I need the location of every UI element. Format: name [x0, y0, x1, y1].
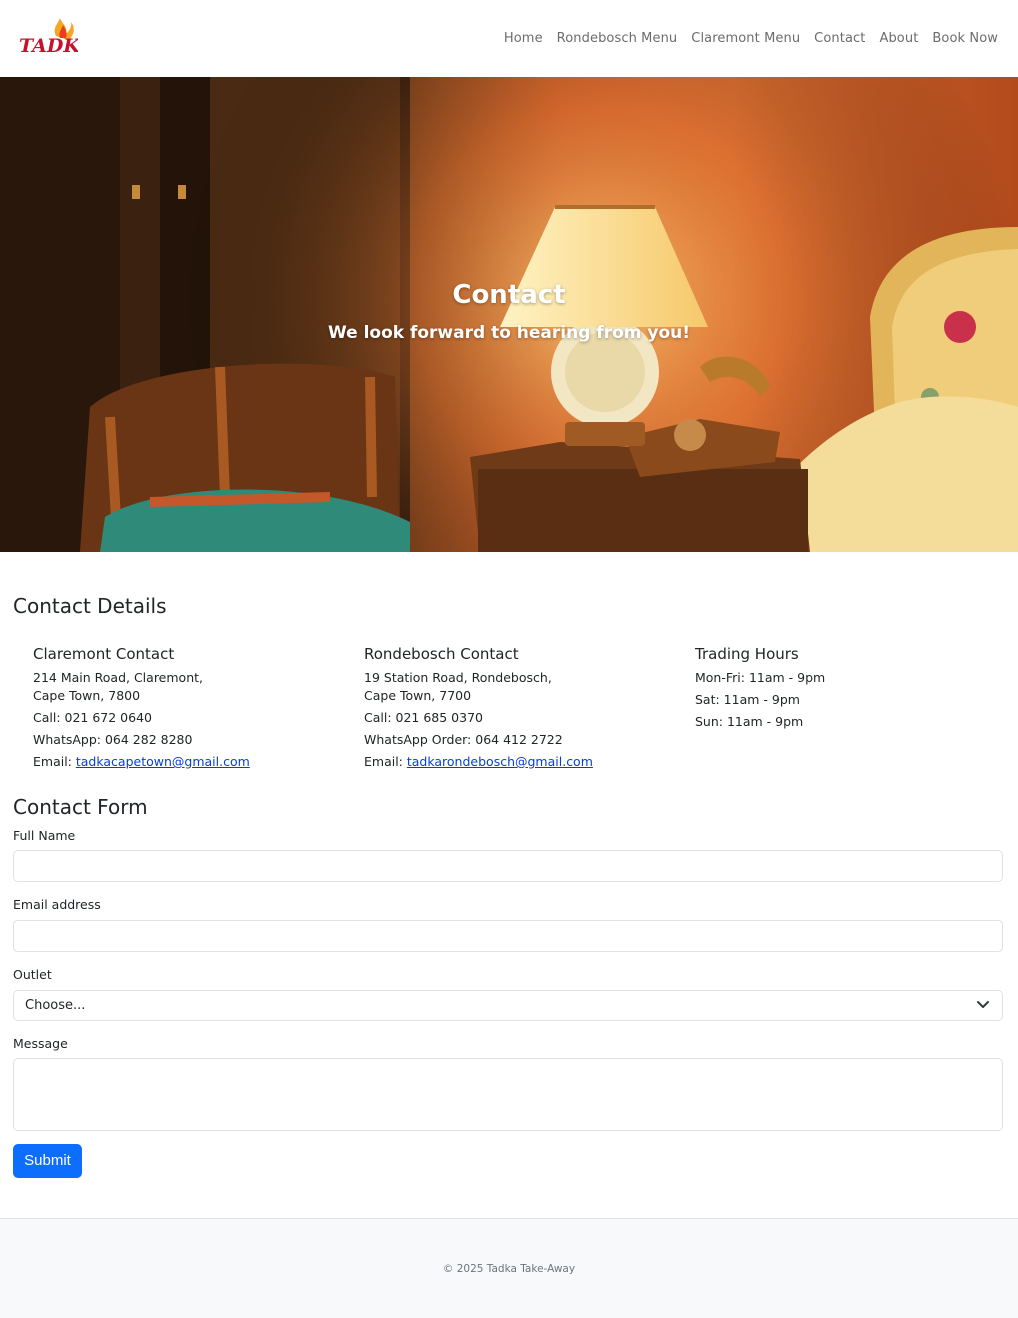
nav-home[interactable]: Home [504, 31, 543, 46]
footer: © 2025 Tadka Take-Away [0, 1218, 1018, 1318]
nav-contact[interactable]: Contact [814, 31, 865, 46]
navbar: TADKA Home Rondebosch Menu Claremont Men… [0, 0, 1018, 78]
rondebosch-email-line: Email: tadkarondebosch@gmail.com [364, 753, 664, 771]
submit-button[interactable]: Submit [13, 1144, 82, 1178]
footer-copyright: © 2025 Tadka Take-Away [442, 1263, 576, 1275]
trading-hours-card: Trading Hours Mon-Fri: 11am - 9pm Sat: 1… [695, 645, 995, 731]
claremont-email-line: Email: tadkacapetown@gmail.com [33, 753, 333, 771]
rondebosch-whatsapp: WhatsApp Order: 064 412 2722 [364, 732, 563, 747]
nav-claremont-menu[interactable]: Claremont Menu [691, 31, 800, 46]
contact-details-heading: Contact Details [13, 594, 167, 618]
full-name-input[interactable] [13, 850, 1003, 882]
outlet-select[interactable]: Choose... [13, 990, 1003, 1021]
rondebosch-email-link[interactable]: tadkarondebosch@gmail.com [407, 754, 593, 769]
outlet-label: Outlet [13, 967, 52, 982]
svg-text:TADKA: TADKA [19, 35, 78, 57]
chevron-down-icon [977, 1001, 989, 1008]
nav-about[interactable]: About [879, 31, 918, 46]
claremont-contact-card: Claremont Contact 214 Main Road, Claremo… [33, 645, 333, 771]
hours-saturday: Sat: 11am - 9pm [695, 692, 800, 707]
claremont-address-line-2: Cape Town, 7800 [33, 688, 141, 703]
email-input[interactable] [13, 920, 1003, 952]
rondebosch-contact-card: Rondebosch Contact 19 Station Road, Rond… [364, 645, 664, 771]
hero-background-image [0, 77, 1018, 552]
rondebosch-phone: Call: 021 685 0370 [364, 710, 483, 725]
hero-subtitle: We look forward to hearing from you! [327, 323, 691, 343]
hours-weekday: Mon-Fri: 11am - 9pm [695, 670, 826, 685]
rondebosch-address-line-1: 19 Station Road, Rondebosch, [364, 670, 552, 685]
claremont-email-label: Email: [33, 754, 76, 769]
nav-book-now[interactable]: Book Now [932, 31, 998, 46]
hero-title: Contact [452, 280, 566, 310]
main-nav: Home Rondebosch Menu Claremont Menu Cont… [504, 31, 998, 46]
trading-hours-title: Trading Hours [695, 645, 799, 663]
tadka-logo[interactable]: TADKA [18, 14, 94, 58]
full-name-label: Full Name [13, 828, 76, 843]
email-label: Email address [13, 897, 101, 912]
claremont-phone: Call: 021 672 0640 [33, 710, 152, 725]
rondebosch-email-label: Email: [364, 754, 407, 769]
claremont-whatsapp: WhatsApp: 064 282 8280 [33, 732, 193, 747]
message-textarea[interactable] [13, 1058, 1003, 1131]
claremont-contact-title: Claremont Contact [33, 645, 175, 663]
nav-rondebosch-menu[interactable]: Rondebosch Menu [557, 31, 678, 46]
rondebosch-contact-title: Rondebosch Contact [364, 645, 519, 663]
message-label: Message [13, 1036, 68, 1051]
claremont-address-line-1: 214 Main Road, Claremont, [33, 670, 203, 685]
rondebosch-address-line-2: Cape Town, 7700 [364, 688, 472, 703]
outlet-selected-value: Choose... [25, 998, 86, 1013]
hero-banner: Contact We look forward to hearing from … [0, 77, 1018, 552]
contact-form-heading: Contact Form [13, 795, 148, 819]
claremont-email-link[interactable]: tadkacapetown@gmail.com [76, 754, 250, 769]
hours-sunday: Sun: 11am - 9pm [695, 714, 804, 729]
